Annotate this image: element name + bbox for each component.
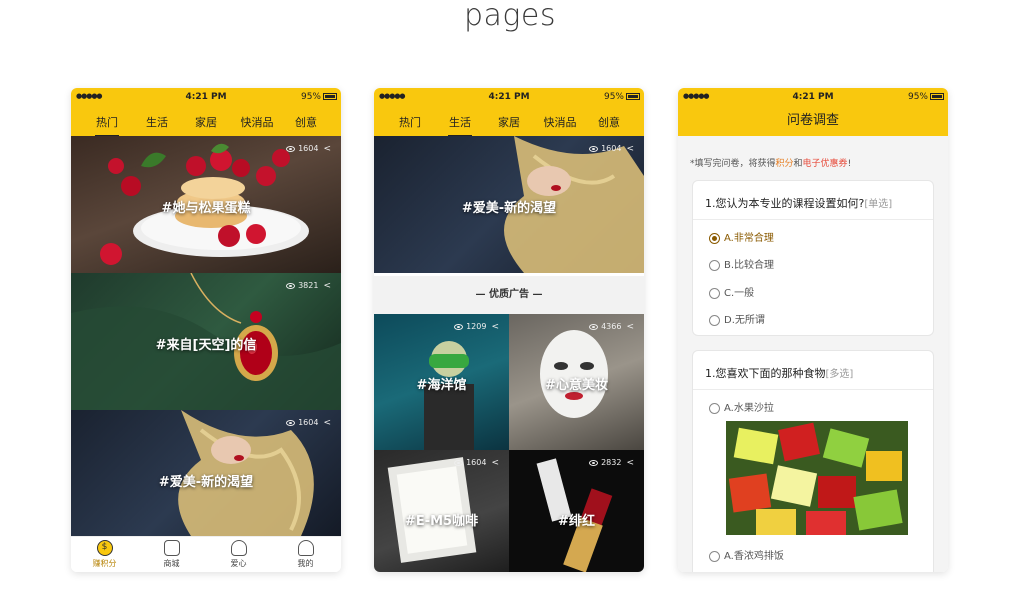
card-caption: #心意美妆 (545, 378, 608, 393)
fruit-salad-image (726, 421, 908, 535)
tab-fmcg[interactable]: 快消品 (230, 114, 284, 130)
battery-level: 95% (603, 92, 624, 102)
battery-level: 95% (300, 92, 321, 102)
status-bar: ●●●●● 4:21 PM 95% (71, 88, 341, 106)
article-card[interactable]: 1604 < #爱美-新的渴望 (374, 136, 644, 273)
question-title: 1.您认为本专业的课程设置如何?[单选] (705, 197, 893, 210)
share-icon[interactable]: < (626, 144, 634, 154)
survey-notice: *填写完问卷，将获得积分和电子优惠券! (690, 159, 852, 169)
tab-home[interactable]: 家居 (179, 114, 233, 130)
radio-checked-icon (709, 232, 720, 244)
question-title: 1.您喜欢下面的那种食物[多选] (705, 367, 854, 380)
option-checkbox[interactable]: A.水果沙拉 (709, 399, 774, 414)
share-icon[interactable]: < (491, 322, 499, 332)
eye-icon (454, 459, 464, 466)
card-stats: 3821 < (286, 281, 331, 291)
battery-icon (626, 93, 640, 100)
card-stats: 1604 < (589, 144, 634, 154)
card-caption: #爱美-新的渴望 (158, 475, 254, 490)
card-caption: #她与松果蛋糕 (161, 201, 251, 216)
card-caption: #来自[天空]的信 (155, 338, 257, 353)
card-stats: 1209 < (454, 322, 499, 332)
share-icon[interactable]: < (626, 458, 634, 468)
eye-icon (286, 145, 296, 152)
battery-icon (930, 93, 944, 100)
card-stats: 4366 < (589, 322, 634, 332)
divider (693, 389, 933, 390)
radio-icon (709, 287, 720, 299)
category-tabs: 热门 生活 家居 快消品 创意 (374, 106, 644, 137)
phone-screen-life: ●●●●● 4:21 PM 95% 热门 生活 家居 快消品 创意 1604 < … (374, 88, 644, 572)
option-radio[interactable]: B.比较合理 (709, 256, 774, 271)
option-radio[interactable]: C.一般 (709, 284, 754, 299)
share-icon[interactable]: < (323, 144, 331, 154)
card-caption: #海洋馆 (416, 378, 467, 393)
article-card[interactable]: 3821 < #来自[天空]的信 (71, 273, 341, 410)
question-card: 1.您喜欢下面的那种食物[多选] A.水果沙拉 A.香浓鸡排饭 (692, 350, 934, 572)
bag-icon (163, 540, 180, 556)
tab-hot[interactable]: 热门 (80, 114, 134, 137)
nav-profile[interactable]: 我的 (272, 540, 339, 569)
tab-fmcg[interactable]: 快消品 (533, 114, 587, 130)
nav-charity[interactable]: 爱心 (205, 540, 272, 569)
tab-home[interactable]: 家居 (482, 114, 536, 130)
eye-icon (286, 419, 296, 426)
card-stats: 1604 < (454, 458, 499, 468)
nav-mall[interactable]: 商城 (138, 540, 205, 569)
share-icon[interactable]: < (626, 322, 634, 332)
radio-icon (709, 259, 720, 271)
page-title: pages (463, 0, 557, 33)
share-icon[interactable]: < (323, 281, 331, 291)
radio-icon (709, 550, 720, 562)
card-stats: 2832 < (589, 458, 634, 468)
category-tabs: 热门 生活 家居 快消品 创意 (71, 106, 341, 137)
user-icon (297, 540, 314, 556)
card-caption: #E-M5咖啡 (404, 514, 479, 529)
tab-life[interactable]: 生活 (130, 114, 184, 130)
card-stats: 1604 < (286, 418, 331, 428)
radio-icon (709, 402, 720, 414)
card-caption: #绯红 (558, 514, 595, 529)
grid-card[interactable]: 4366 < #心意美妆 (509, 314, 644, 450)
option-checkbox[interactable]: A.香浓鸡排饭 (709, 547, 784, 562)
article-card[interactable]: 1604 < #爱美-新的渴望 (71, 410, 341, 536)
phone-screen-home: ●●●●● 4:21 PM 95% 热门 生活 家居 快消品 创意 1604 <… (71, 88, 341, 572)
divider (693, 219, 933, 220)
radio-icon (709, 314, 720, 326)
status-bar: ●●●●● 4:21 PM 95% (678, 88, 948, 106)
nav-earn-points[interactable]: $ 赚积分 (71, 540, 138, 569)
article-card[interactable]: 1604 < #她与松果蛋糕 (71, 136, 341, 273)
grid-card[interactable]: 1604 < #E-M5咖啡 (374, 450, 509, 572)
share-icon[interactable]: < (323, 418, 331, 428)
card-caption: #爱美-新的渴望 (461, 201, 557, 216)
tab-hot[interactable]: 热门 (383, 114, 437, 130)
eye-icon (589, 323, 599, 330)
phone-screen-survey: ●●●●● 4:21 PM 95% 问卷调查 *填写完问卷，将获得积分和电子优惠… (678, 88, 948, 572)
option-radio[interactable]: A.非常合理 (709, 229, 774, 244)
question-card: 1.您认为本专业的课程设置如何?[单选] A.非常合理 B.比较合理 C.一般 … (692, 180, 934, 336)
share-icon[interactable]: < (491, 458, 499, 468)
ad-section-label: — 优质广告 — (374, 276, 644, 314)
heart-hand-icon (230, 540, 247, 556)
tab-creative[interactable]: 创意 (582, 114, 636, 130)
grid-card[interactable]: 2832 < #绯红 (509, 450, 644, 572)
eye-icon (454, 323, 464, 330)
option-radio[interactable]: D.无所谓 (709, 311, 765, 326)
card-stats: 1604 < (286, 144, 331, 154)
bottom-nav: $ 赚积分 商城 爱心 我的 (71, 536, 341, 572)
eye-icon (589, 145, 599, 152)
tab-creative[interactable]: 创意 (279, 114, 333, 130)
tab-life[interactable]: 生活 (433, 114, 487, 137)
screen-title: 问卷调查 (678, 106, 948, 136)
eye-icon (286, 282, 296, 289)
grid-card[interactable]: 1209 < #海洋馆 (374, 314, 509, 450)
battery-icon (323, 93, 337, 100)
eye-icon (589, 459, 599, 466)
coin-icon: $ (96, 540, 113, 556)
status-bar: ●●●●● 4:21 PM 95% (374, 88, 644, 106)
battery-level: 95% (907, 92, 928, 102)
